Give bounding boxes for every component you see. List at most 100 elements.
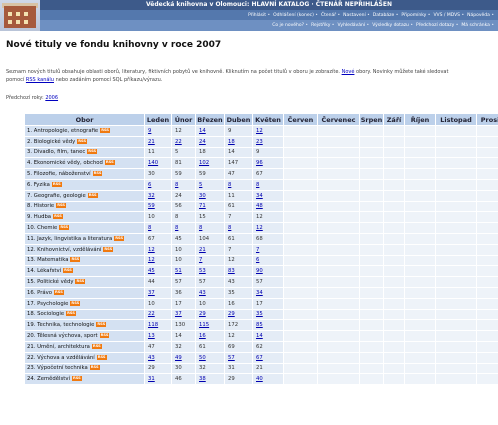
month-count[interactable]: 12 (144, 254, 172, 267)
rss-feed-icon[interactable]: RSS (100, 127, 110, 133)
month-count[interactable]: 13 (144, 330, 172, 342)
month-count[interactable]: 34 (252, 189, 284, 202)
month-count[interactable]: 102 (195, 157, 225, 170)
month-count[interactable]: 57 (224, 351, 253, 364)
month-count[interactable]: 6 (252, 254, 284, 267)
month-count[interactable]: 24 (195, 135, 225, 148)
nav-link[interactable]: Co je nového? (272, 23, 308, 28)
rss-feed-icon[interactable]: RSS (92, 171, 103, 177)
nav-link[interactable]: VVS / MDVS (433, 13, 464, 18)
nav-link[interactable]: Databáze (373, 13, 399, 18)
month-count[interactable]: 18 (224, 135, 253, 148)
rss-feed-icon[interactable]: RSS (71, 376, 82, 382)
month-count[interactable]: 12 (144, 243, 172, 256)
rss-feed-icon[interactable]: RSS (103, 246, 114, 252)
rss-feed-icon[interactable]: RSS (87, 192, 98, 198)
rss-feed-icon[interactable]: RSS (87, 149, 98, 155)
month-count[interactable]: 118 (144, 319, 172, 332)
rss-feed-icon[interactable]: RSS (56, 203, 66, 209)
month-count[interactable]: 14 (252, 330, 284, 342)
month-count[interactable]: 37 (171, 308, 196, 321)
month-count[interactable]: 21 (144, 135, 172, 148)
month-count[interactable]: 115 (195, 319, 225, 332)
rss-feed-icon[interactable]: RSS (96, 322, 107, 328)
month-count[interactable]: 43 (195, 286, 225, 299)
month-count[interactable]: 16 (195, 330, 225, 342)
nav-link[interactable]: Nápověda (467, 13, 494, 18)
month-count[interactable]: 8 (224, 178, 253, 191)
month-count[interactable]: 140 (144, 157, 172, 170)
month-count[interactable]: 40 (252, 373, 284, 386)
month-count[interactable]: 90 (252, 265, 284, 278)
rss-feed-icon[interactable]: RSS (54, 289, 64, 295)
month-count[interactable]: 12 (252, 125, 284, 137)
nav-link[interactable]: Rejstříky (311, 23, 334, 28)
nav-link[interactable]: Vyhledávání (337, 23, 369, 28)
month-count[interactable]: 8 (252, 178, 284, 191)
rss-feed-icon[interactable]: RSS (96, 354, 107, 360)
month-count[interactable]: 14 (195, 125, 225, 137)
month-count[interactable]: 43 (144, 351, 172, 364)
rss-channel-link[interactable]: RSS kanálu (26, 77, 54, 83)
rss-feed-icon[interactable]: RSS (75, 279, 86, 285)
month-count[interactable]: 37 (144, 286, 172, 299)
nav-link[interactable]: Nastavení (343, 13, 370, 18)
month-count[interactable]: 45 (144, 265, 172, 278)
month-count[interactable]: 53 (195, 265, 225, 278)
month-count[interactable]: 8 (144, 222, 172, 234)
rss-feed-icon[interactable]: RSS (53, 214, 63, 220)
rss-feed-icon[interactable]: RSS (99, 333, 110, 339)
rss-feed-icon[interactable]: RSS (89, 365, 100, 371)
month-count[interactable]: 31 (144, 373, 172, 386)
rss-feed-icon[interactable]: RSS (91, 343, 102, 349)
month-count[interactable]: 35 (252, 308, 284, 321)
month-count[interactable]: 83 (224, 265, 253, 278)
month-count[interactable]: 12 (252, 222, 284, 234)
month-count[interactable]: 8 (171, 178, 196, 191)
rss-feed-icon[interactable]: RSS (59, 225, 70, 231)
month-count[interactable]: 34 (252, 286, 284, 299)
month-count[interactable]: 29 (195, 308, 225, 321)
month-count[interactable]: 48 (252, 200, 284, 213)
rss-feed-icon[interactable]: RSS (70, 300, 81, 306)
nav-link[interactable]: Odhlášení (konec) (273, 13, 318, 18)
month-count[interactable]: 96 (252, 157, 284, 170)
month-count[interactable]: 7 (195, 254, 225, 267)
month-count[interactable]: 30 (195, 189, 225, 202)
month-count[interactable]: 7 (252, 243, 284, 256)
library-logo[interactable] (0, 0, 40, 31)
new-topics-link[interactable]: Nové (342, 69, 355, 75)
nav-link[interactable]: Předchozí dotazy (416, 23, 458, 28)
previous-year-link[interactable]: 2006 (45, 95, 58, 101)
month-count[interactable]: 51 (171, 265, 196, 278)
nav-link[interactable]: Výsledky dotazu (372, 23, 413, 28)
month-count[interactable]: 85 (252, 319, 284, 332)
rss-feed-icon[interactable]: RSS (114, 235, 125, 241)
month-count[interactable]: 67 (252, 351, 284, 364)
month-count[interactable]: 23 (252, 135, 284, 148)
nav-link[interactable]: Připomínky (401, 13, 430, 18)
rss-feed-icon[interactable]: RSS (77, 138, 88, 144)
rss-feed-icon[interactable]: RSS (51, 181, 62, 187)
month-count[interactable]: 8 (224, 222, 253, 234)
nav-link[interactable]: Přihlásit (248, 13, 270, 18)
rss-feed-icon[interactable]: RSS (70, 257, 81, 263)
month-count[interactable]: 8 (195, 222, 225, 234)
month-count[interactable]: 21 (195, 243, 225, 256)
month-count[interactable]: 59 (144, 200, 172, 213)
month-count[interactable]: 71 (195, 200, 225, 213)
month-count[interactable]: 22 (171, 135, 196, 148)
month-count[interactable]: 38 (195, 373, 225, 386)
month-count[interactable]: 22 (144, 308, 172, 321)
nav-link[interactable]: Čtenář (321, 13, 340, 18)
month-count[interactable]: 50 (195, 351, 225, 364)
month-count[interactable]: 49 (171, 351, 196, 364)
month-count[interactable]: 5 (195, 178, 225, 191)
month-count[interactable]: 32 (144, 189, 172, 202)
month-count[interactable]: 9 (144, 125, 172, 137)
month-count[interactable]: 8 (171, 222, 196, 234)
nav-link[interactable]: Má schránka (461, 23, 494, 28)
rss-feed-icon[interactable]: RSS (104, 160, 115, 166)
rss-feed-icon[interactable]: RSS (66, 311, 76, 317)
rss-feed-icon[interactable]: RSS (63, 268, 73, 274)
